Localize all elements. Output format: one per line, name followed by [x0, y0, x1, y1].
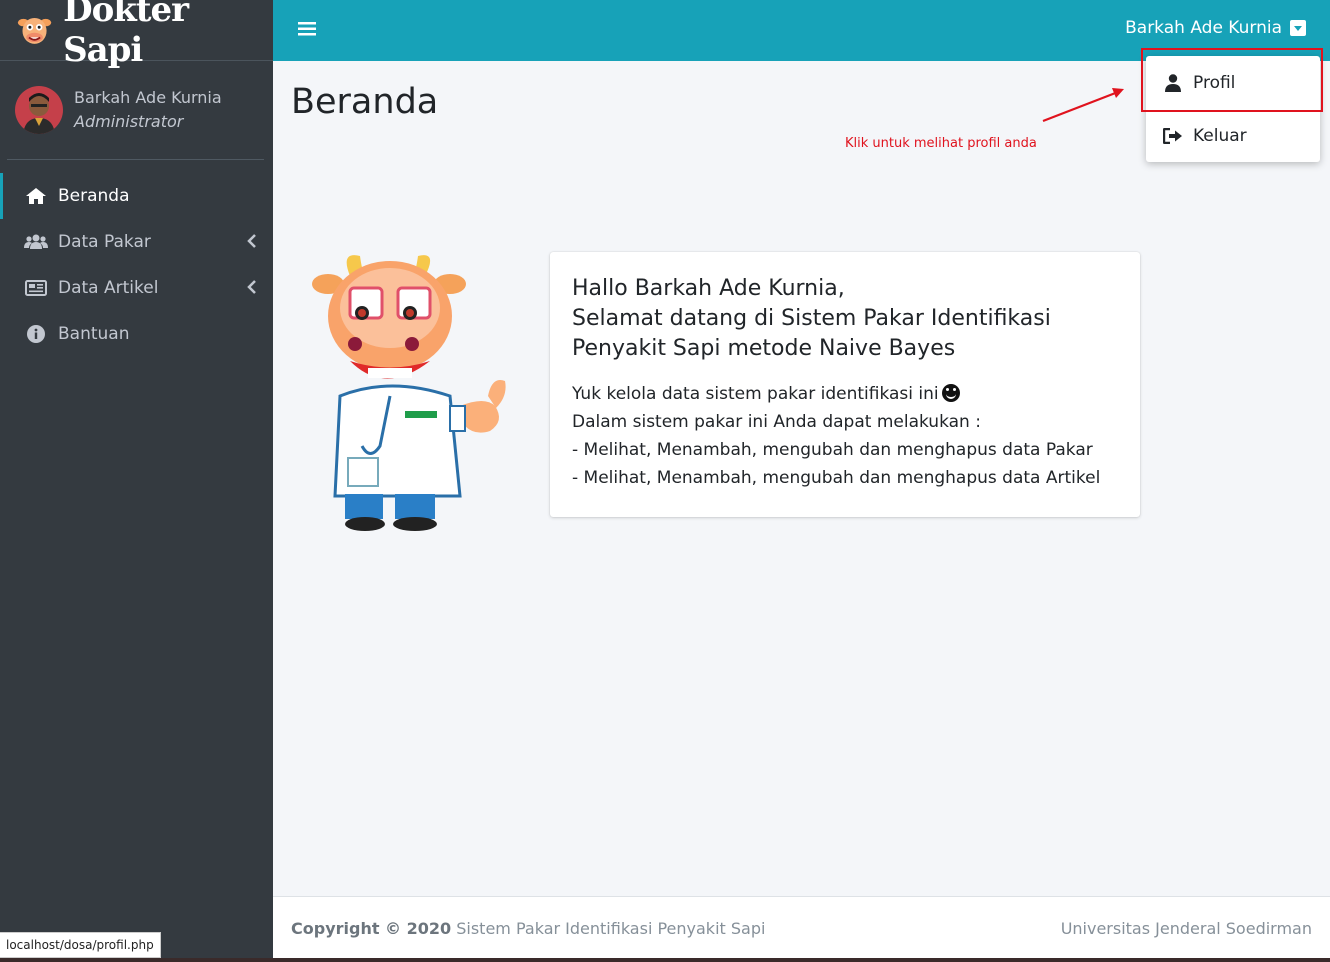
info-icon	[24, 324, 48, 344]
heading-line-1: Hallo Barkah Ade Kurnia,	[572, 276, 845, 301]
browser-status-url: localhost/dosa/profil.php	[0, 932, 161, 958]
bottom-border	[0, 958, 1330, 962]
home-icon	[24, 186, 48, 206]
user-dropdown-toggle[interactable]: Barkah Ade Kurnia	[1125, 18, 1306, 38]
newspaper-icon	[24, 278, 48, 298]
top-user-name: Barkah Ade Kurnia	[1125, 18, 1282, 38]
body-line-1: Yuk kelola data sistem pakar identifikas…	[572, 384, 939, 404]
footer-university: Universitas Jenderal Soedirman	[1060, 919, 1312, 938]
user-role: Administrator	[74, 112, 184, 131]
sidebar-item-label: Data Pakar	[58, 232, 151, 252]
profil-highlight-box	[1141, 48, 1323, 112]
keluar-menu-item[interactable]: Keluar	[1146, 109, 1320, 162]
chevron-left-icon	[247, 280, 256, 294]
welcome-card: Hallo Barkah Ade Kurnia, Selamat datang …	[550, 252, 1140, 517]
users-icon	[24, 232, 48, 252]
cow-logo-icon	[17, 17, 52, 44]
keluar-label: Keluar	[1193, 125, 1247, 146]
body-line-4: - Melihat, Menambah, mengubah dan mengha…	[572, 468, 1101, 488]
user-panel[interactable]: Barkah Ade Kurnia Administrator	[7, 61, 264, 160]
welcome-body: Yuk kelola data sistem pakar identifikas…	[572, 380, 1118, 492]
footer-copyright: Copyright © 2020 Sistem Pakar Identifika…	[291, 919, 765, 938]
body-line-2: Dalam sistem pakar ini Anda dapat melaku…	[572, 412, 981, 432]
heading-line-3: Penyakit Sapi metode Naive Bayes	[572, 336, 956, 361]
caret-down-icon	[1290, 20, 1306, 36]
sign-out-icon	[1163, 126, 1183, 146]
page-title: Beranda	[291, 82, 439, 122]
copyright-text: Sistem Pakar Identifikasi Penyakit Sapi	[451, 919, 766, 938]
sidebar: Dokter Sapi Barkah Ade Kurnia Administra…	[0, 0, 273, 962]
footer: Copyright © 2020 Sistem Pakar Identifika…	[273, 896, 1330, 958]
annotation-text: Klik untuk melihat profil anda	[845, 136, 1037, 151]
menu-toggle-icon[interactable]	[298, 21, 316, 37]
sidebar-item-label: Beranda	[58, 186, 130, 206]
body-line-3: - Melihat, Menambah, mengubah dan mengha…	[572, 440, 1093, 460]
welcome-heading: Hallo Barkah Ade Kurnia, Selamat datang …	[572, 274, 1118, 364]
sidebar-item-label: Bantuan	[58, 324, 130, 344]
sidebar-nav: Beranda Data Pakar Data Artikel Bantuan	[0, 173, 273, 357]
chevron-left-icon	[247, 234, 256, 248]
sidebar-item-data-artikel[interactable]: Data Artikel	[0, 265, 273, 311]
smile-icon	[941, 384, 960, 402]
heading-line-2: Selamat datang di Sistem Pakar Identifik…	[572, 306, 1051, 331]
brand-name: Dokter Sapi	[63, 0, 189, 70]
cow-doctor-mascot-image	[312, 255, 506, 531]
user-name: Barkah Ade Kurnia	[74, 88, 222, 107]
sidebar-item-label: Data Artikel	[58, 278, 159, 298]
sidebar-item-data-pakar[interactable]: Data Pakar	[0, 219, 273, 265]
copyright-year: Copyright © 2020	[291, 919, 452, 938]
sidebar-item-bantuan[interactable]: Bantuan	[0, 311, 273, 357]
sidebar-item-beranda[interactable]: Beranda	[0, 173, 273, 219]
annotation-arrow-icon	[1042, 88, 1124, 123]
avatar	[15, 86, 63, 134]
brand-link[interactable]: Dokter Sapi	[0, 0, 273, 70]
